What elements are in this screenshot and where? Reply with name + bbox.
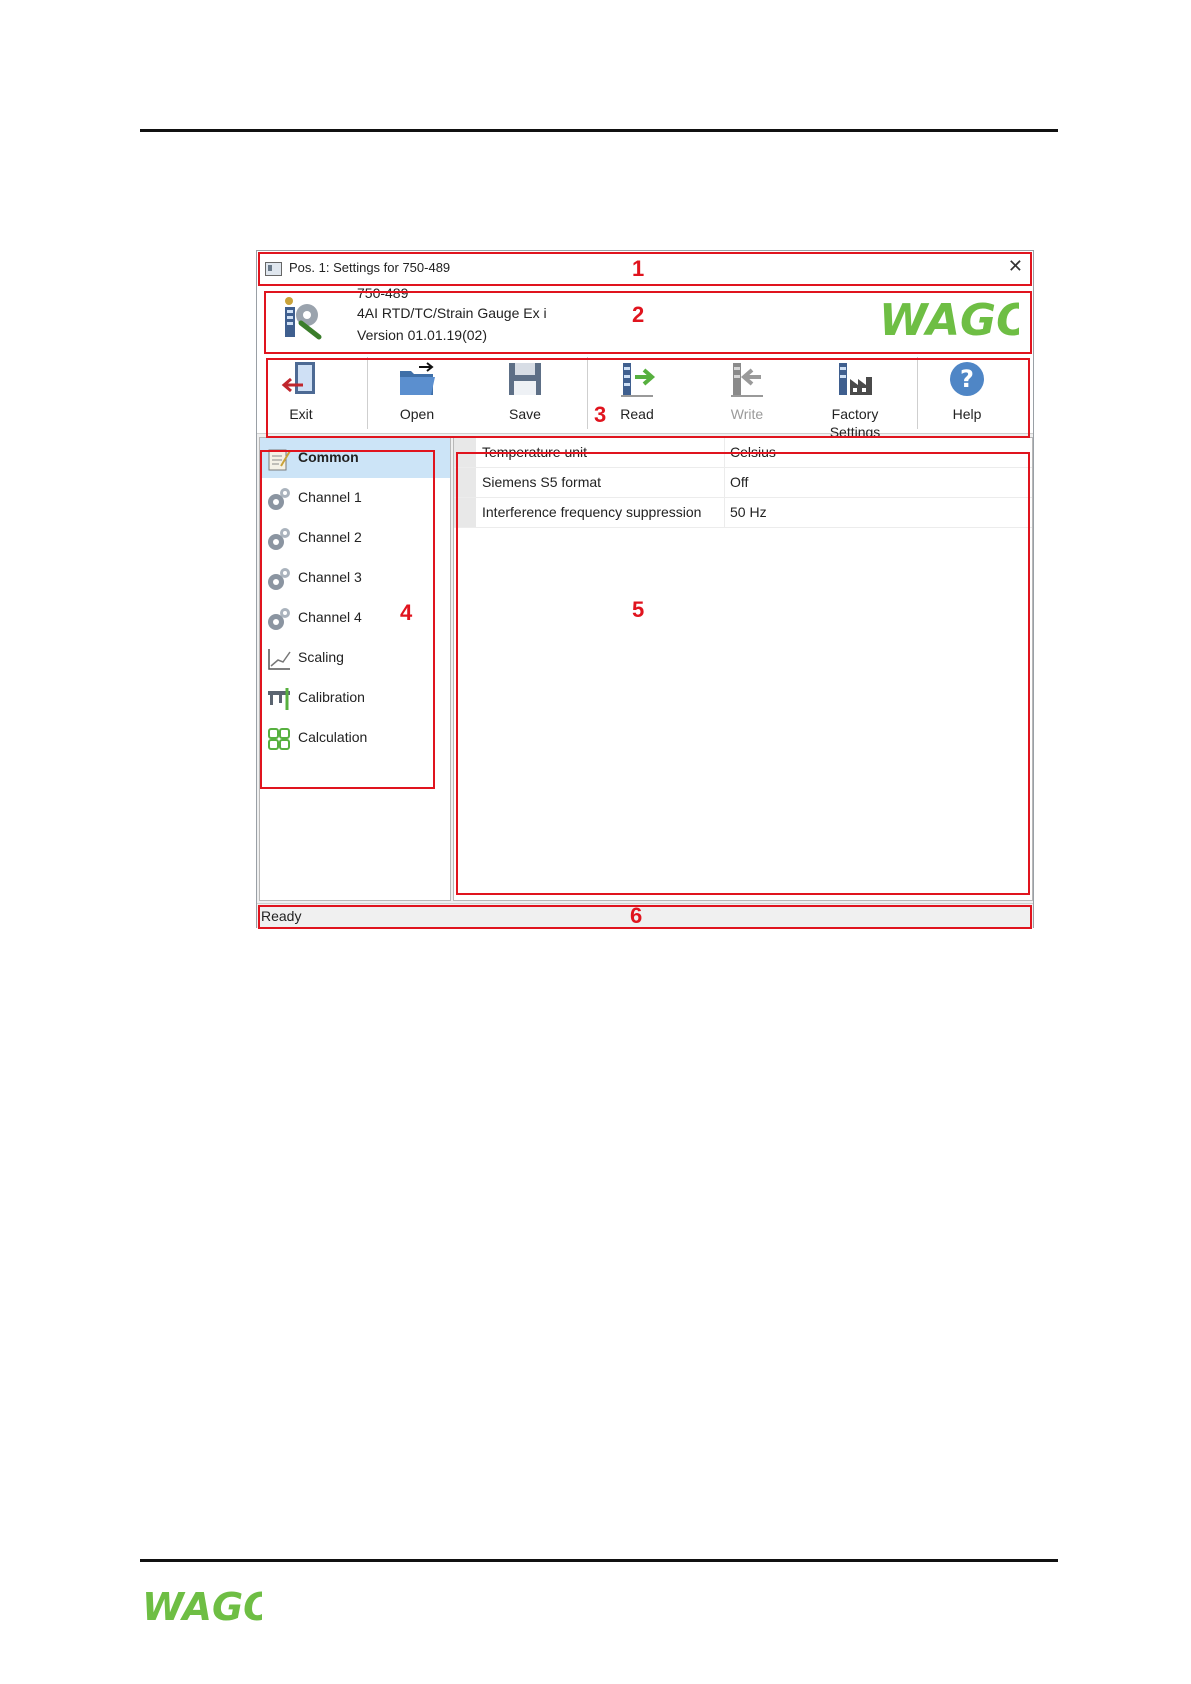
wago-footer-logo: WAGO [142, 1586, 262, 1628]
callout-frame-6 [258, 905, 1032, 929]
callout-frame-1 [258, 252, 1032, 286]
callout-number-3: 3 [594, 402, 607, 427]
callout-number-1: 1 [632, 256, 645, 281]
callout-frame-5 [456, 452, 1030, 895]
svg-text:WAGO: WAGO [142, 1586, 262, 1628]
callout-frame-2 [264, 291, 1032, 354]
header-rule [140, 129, 1058, 132]
callout-number-2: 2 [632, 302, 645, 327]
callout-number-4: 4 [400, 600, 413, 625]
callout-number-5: 5 [632, 597, 645, 622]
footer-rule [140, 1559, 1058, 1562]
callout-number-6: 6 [630, 903, 643, 928]
callout-frame-3 [266, 358, 1030, 438]
